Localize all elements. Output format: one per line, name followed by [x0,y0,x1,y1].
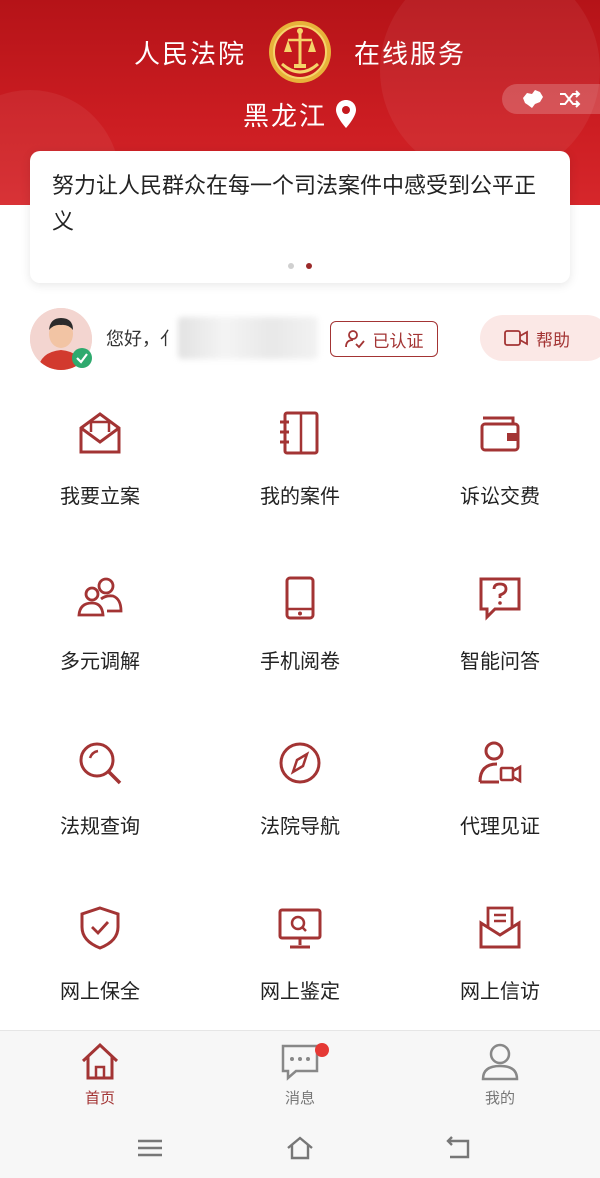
service-file-case[interactable]: 我要立案 [0,400,200,540]
service-law-search[interactable]: 法规查询 [0,730,200,870]
china-map-icon [523,90,543,108]
menu-icon[interactable] [135,1133,165,1163]
carousel-dot[interactable] [288,263,294,269]
question-bubble-icon [479,577,521,621]
wallet-icon [480,416,520,452]
service-smart-qa[interactable]: 智能问答 [400,565,600,705]
title-left: 人民法院 [133,39,246,70]
notification-badge [315,1043,329,1057]
compass-icon [279,742,321,784]
title-right: 在线服务 [354,39,467,70]
tab-label: 首页 [84,1089,115,1107]
service-label: 诉讼交费 [460,484,540,508]
region-name: 黑龙江 [242,102,327,132]
message-icon [281,1044,319,1081]
verified-label: 已认证 [372,331,424,352]
verified-status-button[interactable]: 已认证 [330,321,438,357]
service-label: 多元调解 [60,649,140,673]
region-switch-button[interactable] [502,84,600,114]
service-online-preservation[interactable]: 网上保全 [0,895,200,1035]
tab-label: 我的 [484,1089,515,1107]
service-mediation[interactable]: 多元调解 [0,565,200,705]
service-online-appraisal[interactable]: 网上鉴定 [200,895,400,1035]
service-label: 我要立案 [60,484,140,508]
system-navigation-bar [0,1115,600,1178]
service-label: 法院导航 [260,814,340,838]
slogan-banner[interactable]: 努力让人民群众在每一个司法案件中感受到公平正义 [30,151,570,283]
service-court-navigation[interactable]: 法院导航 [200,730,400,870]
tab-profile[interactable]: 我的 [400,1031,600,1116]
notebook-icon [280,411,319,455]
verified-badge-icon [72,348,92,368]
envelope-file-icon [79,412,121,454]
service-litigation-fee[interactable]: 诉讼交费 [400,400,600,540]
search-icon [79,742,122,785]
banner-text: 努力让人民群众在每一个司法案件中感受到公平正义 [52,174,537,235]
home-icon [81,1042,119,1080]
service-online-petition[interactable]: 网上信访 [400,895,600,1035]
greeting-text: 您好，亻 [106,329,178,350]
service-label: 手机阅卷 [260,649,340,673]
tab-home[interactable]: 首页 [0,1031,200,1116]
help-label: 帮助 [536,330,570,351]
back-icon[interactable] [443,1133,473,1163]
service-my-cases[interactable]: 我的案件 [200,400,400,540]
service-label: 网上保全 [60,979,140,1003]
user-check-icon [344,330,365,349]
mail-letter-icon [479,906,521,949]
bottom-tab-bar: 首页 消息 我的 [0,1030,600,1116]
location-pin-icon [336,100,356,128]
service-label: 网上信访 [460,979,540,1003]
phone-icon [285,576,315,620]
service-mobile-files[interactable]: 手机阅卷 [200,565,400,705]
people-icon [77,577,123,617]
carousel-indicator [30,263,570,269]
service-label: 网上鉴定 [260,979,340,1003]
service-agent-witness[interactable]: 代理见证 [400,730,600,870]
service-label: 代理见证 [460,814,540,838]
monitor-search-icon [278,908,322,949]
user-row: 您好，亻 已认证 帮助 [0,305,600,375]
user-icon [481,1043,519,1081]
service-label: 我的案件 [260,484,340,508]
system-home-icon[interactable] [285,1133,315,1163]
help-button[interactable]: 帮助 [480,315,600,361]
video-camera-icon [504,330,528,346]
service-label: 智能问答 [460,649,540,673]
tab-label: 消息 [284,1089,315,1107]
carousel-dot-active[interactable] [306,263,312,269]
video-person-icon [478,741,522,784]
shield-check-icon [80,906,120,950]
title-row: 人民法院 在线服务 [0,21,600,83]
blurred-username [178,317,318,359]
court-emblem-icon [269,21,331,83]
tab-messages[interactable]: 消息 [200,1031,400,1116]
service-label: 法规查询 [60,814,140,838]
shuffle-icon [560,90,581,108]
